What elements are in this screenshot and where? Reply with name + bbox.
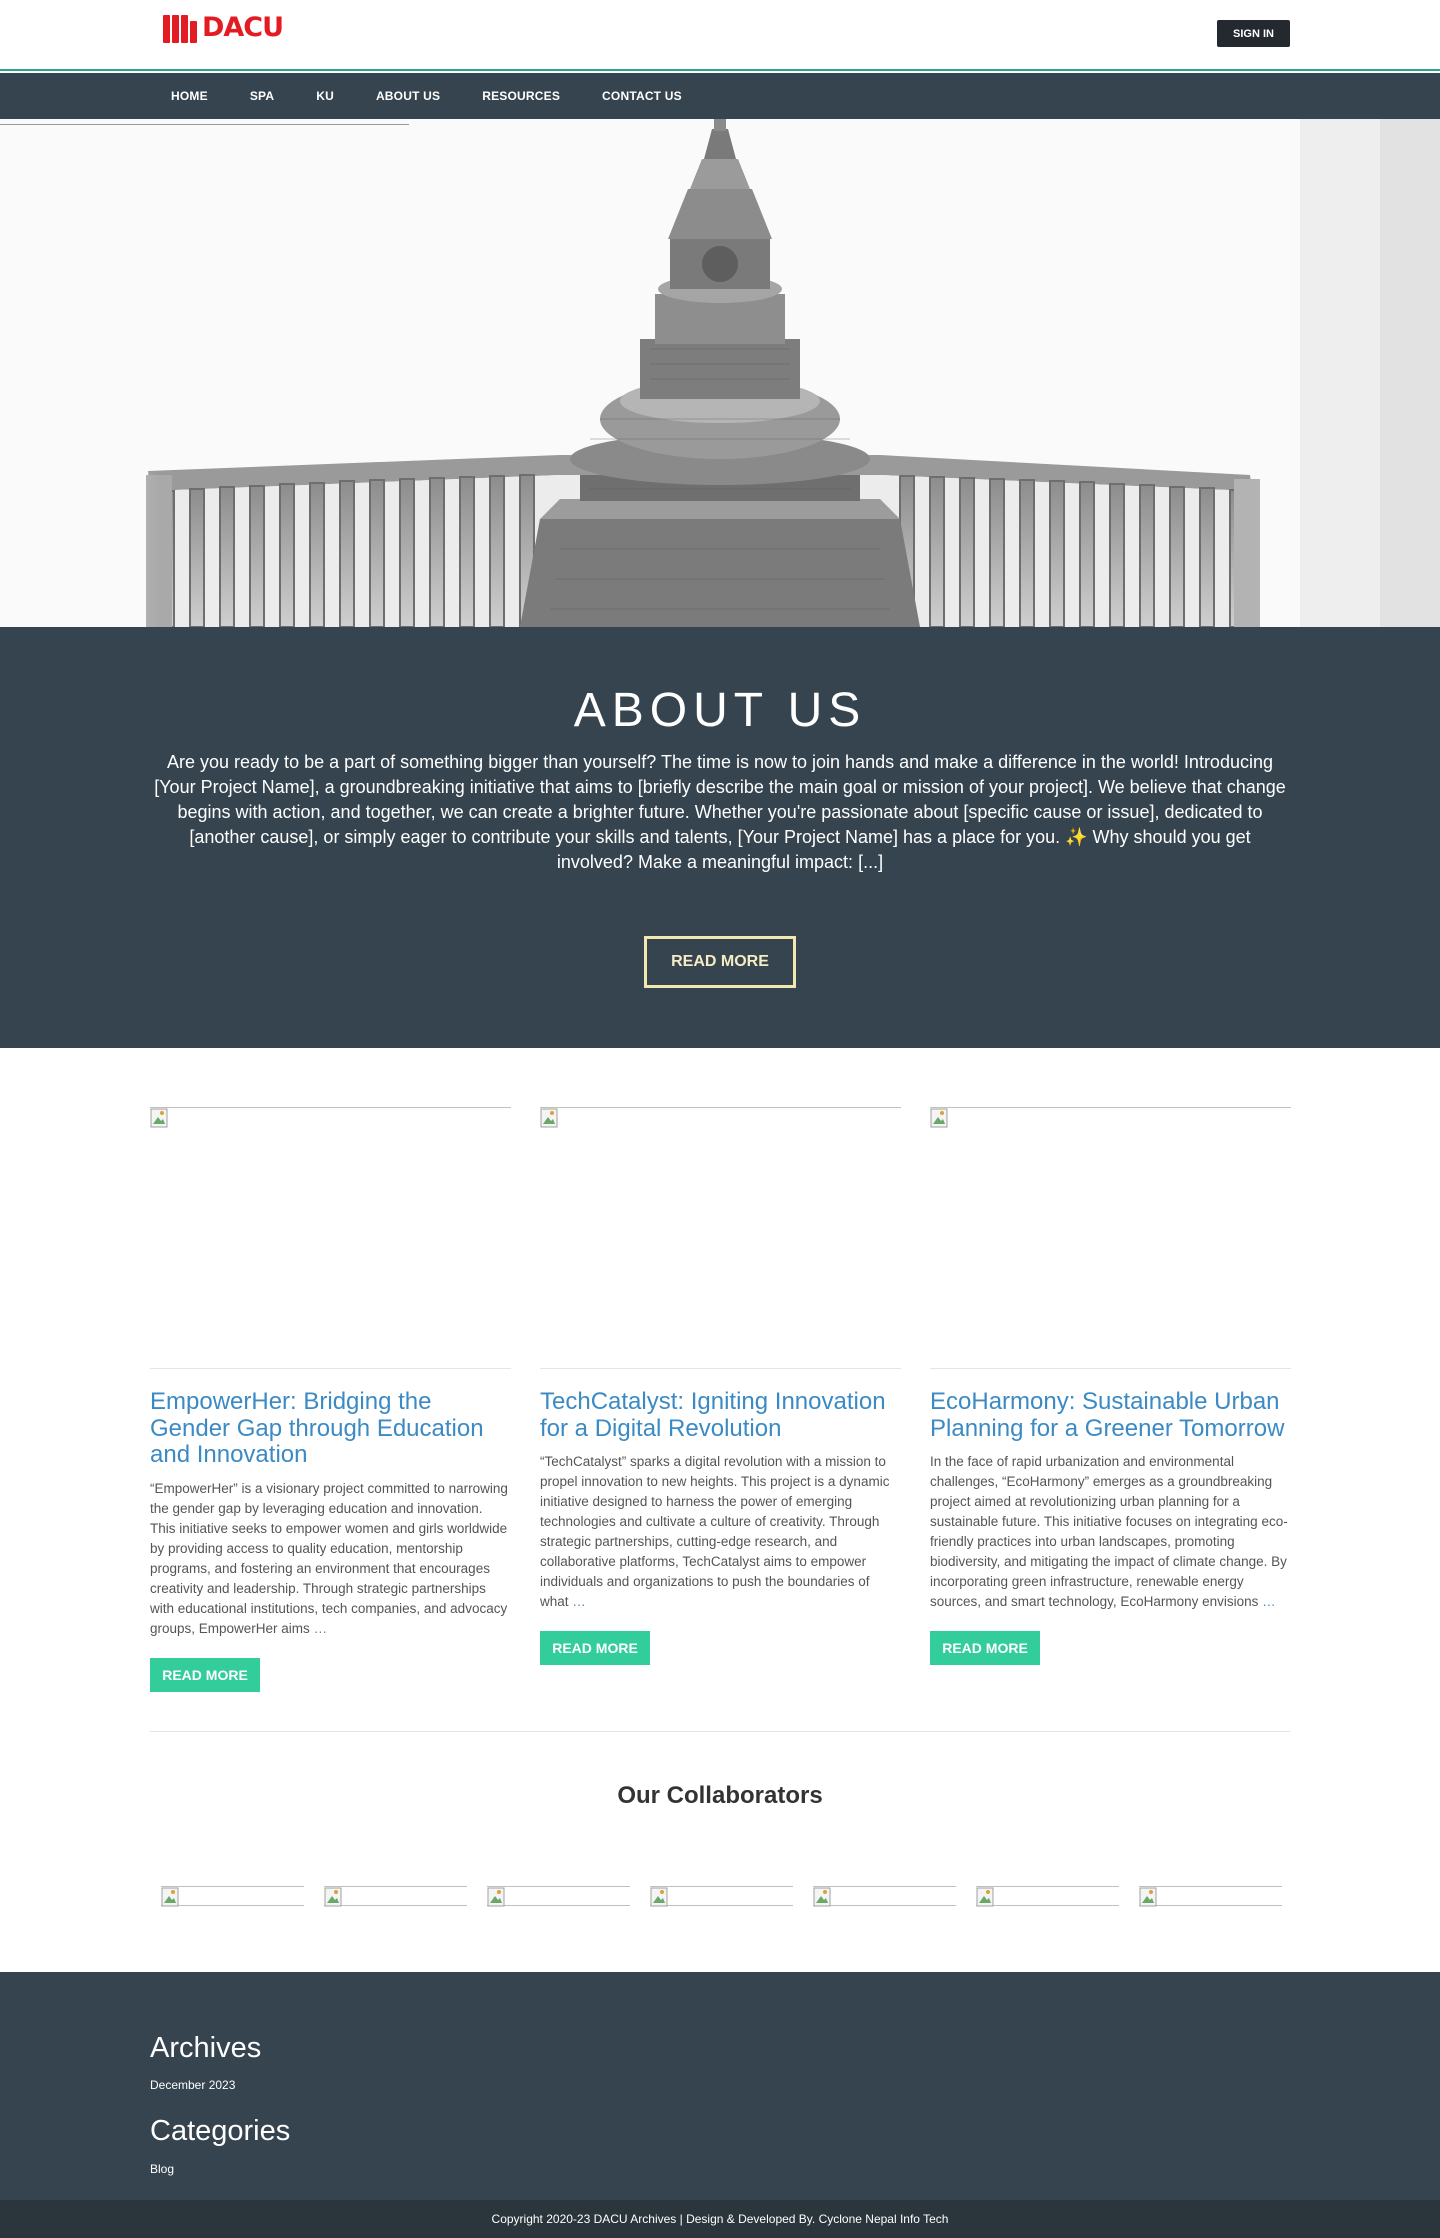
post-image-placeholder[interactable] [930, 1107, 1291, 1369]
post-title[interactable]: EmpowerHer: Bridging the Gender Gap thro… [150, 1388, 511, 1469]
collaborator-logo[interactable] [976, 1886, 1119, 1907]
post-card: EmpowerHer: Bridging the Gender Gap thro… [150, 1107, 511, 1692]
page: DACU SIGN IN HOME SPA KU ABOUT US RESOUR… [0, 0, 1440, 2238]
post-title[interactable]: TechCatalyst: Igniting Innovation for a … [540, 1388, 901, 1442]
post-read-more-button[interactable]: READ MORE [930, 1631, 1040, 1665]
broken-image-icon [650, 1887, 668, 1907]
post-excerpt: “EmpowerHer” is a visionary project comm… [150, 1480, 508, 1636]
about-title: ABOUT US [573, 684, 867, 737]
nav-item-contact-us[interactable]: CONTACT US [581, 89, 703, 103]
post-read-more-button[interactable]: READ MORE [150, 1657, 260, 1692]
collaborator-logo[interactable] [650, 1886, 793, 1907]
broken-image-icon [976, 1887, 994, 1907]
post-title[interactable]: EcoHarmony: Sustainable Urban Planning f… [930, 1388, 1291, 1442]
broken-image-icon [487, 1887, 505, 1907]
post-more-link[interactable]: … [1262, 1594, 1276, 1609]
main-nav: HOME SPA KU ABOUT US RESOURCES CONTACT U… [0, 73, 1440, 119]
collaborator-logo[interactable] [1139, 1886, 1282, 1907]
nav-item-spa[interactable]: SPA [229, 89, 295, 103]
post-card: EcoHarmony: Sustainable Urban Planning f… [930, 1107, 1291, 1665]
books-logo-icon [163, 13, 197, 43]
nav-item-home[interactable]: HOME [150, 89, 229, 103]
post-excerpt: In the face of rapid urbanization and en… [930, 1454, 1288, 1609]
top-bar: DACU SIGN IN [0, 0, 1440, 71]
broken-image-icon [813, 1887, 831, 1907]
categories-heading: Categories [150, 2115, 291, 2147]
post-more-link[interactable]: … [572, 1594, 586, 1609]
hero-divider-line [0, 124, 409, 125]
collaborator-logo[interactable] [487, 1886, 630, 1907]
post-card: TechCatalyst: Igniting Innovation for a … [540, 1107, 901, 1665]
section-divider [150, 1731, 1290, 1732]
broken-image-icon [161, 1887, 179, 1907]
broken-image-icon [1139, 1887, 1157, 1907]
category-link-blog[interactable]: Blog [150, 2162, 174, 2176]
copyright-bar: Copyright 2020-23 DACU Archives | Design… [0, 2200, 1440, 2238]
collaborator-logo[interactable] [324, 1886, 467, 1907]
nav-item-about-us[interactable]: ABOUT US [355, 89, 461, 103]
about-read-more-button[interactable]: READ MORE [644, 936, 796, 988]
post-image-placeholder[interactable] [150, 1107, 511, 1369]
sign-in-button[interactable]: SIGN IN [1217, 20, 1290, 47]
about-section: ABOUT US Are you ready to be a part of s… [0, 627, 1440, 1048]
post-read-more-button[interactable]: READ MORE [540, 1631, 650, 1665]
broken-image-icon [150, 1108, 168, 1128]
hero-banner [0, 119, 1440, 627]
collaborators-title: Our Collaborators [617, 1782, 823, 1809]
footer: Archives December 2023 Categories Blog [0, 1972, 1440, 2200]
about-body: Are you ready to be a part of something … [154, 752, 1286, 872]
archives-heading: Archives [150, 2032, 262, 2064]
broken-image-icon [324, 1887, 342, 1907]
post-more-link[interactable]: … [314, 1621, 328, 1636]
post-excerpt: “TechCatalyst” sparks a digital revoluti… [540, 1454, 890, 1609]
site-logo[interactable]: DACU [163, 12, 284, 44]
stupa-sketch-image [0, 119, 1440, 627]
collaborator-logo[interactable] [813, 1886, 956, 1907]
broken-image-icon [930, 1108, 948, 1128]
post-image-placeholder[interactable] [540, 1107, 901, 1369]
archive-link-december-2023[interactable]: December 2023 [150, 2078, 235, 2092]
collaborator-logo[interactable] [161, 1886, 304, 1907]
broken-image-icon [540, 1108, 558, 1128]
nav-item-resources[interactable]: RESOURCES [461, 89, 581, 103]
nav-item-ku[interactable]: KU [295, 89, 355, 103]
logo-text: DACU [202, 12, 284, 43]
